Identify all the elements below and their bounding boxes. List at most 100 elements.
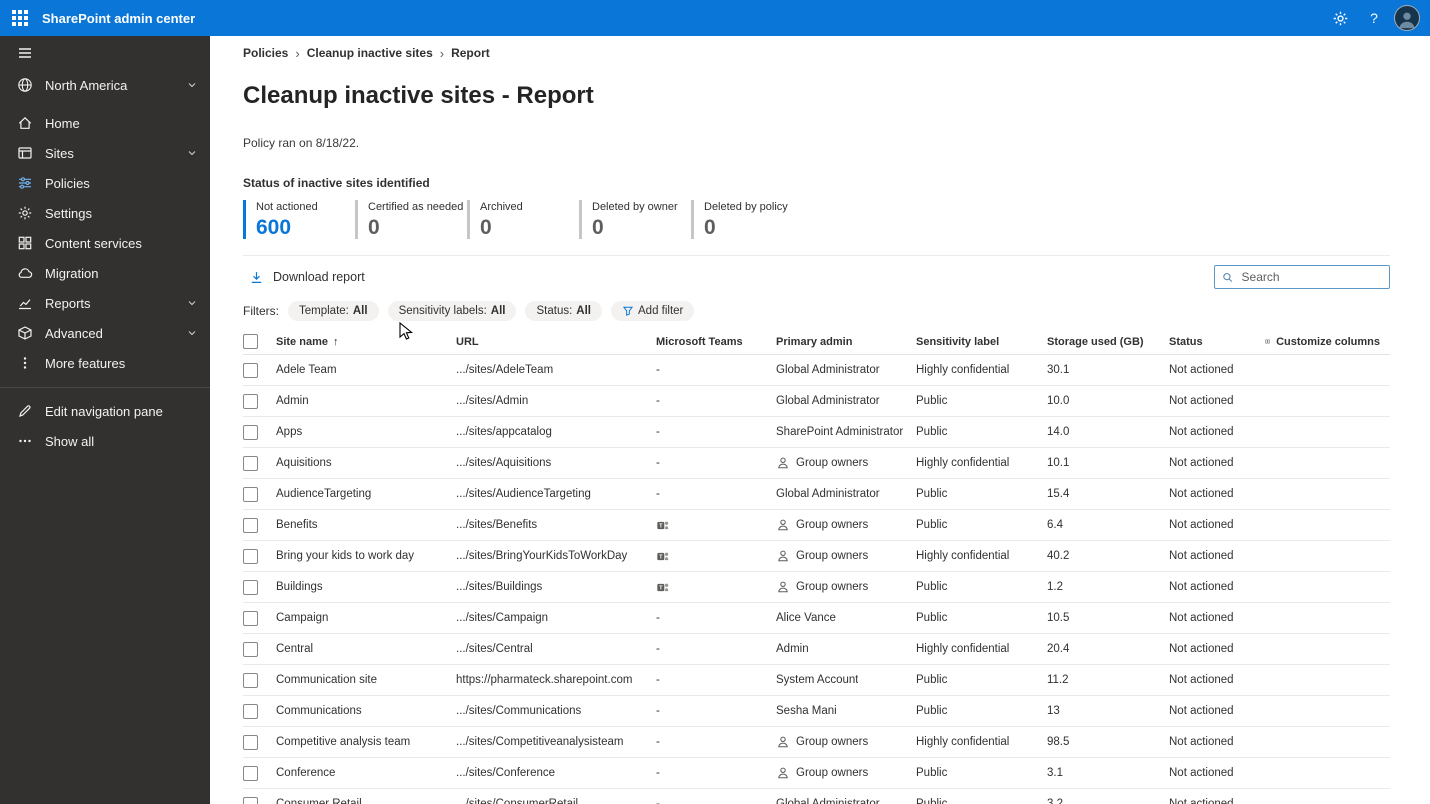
stat-deleted-by-policy[interactable]: Deleted by policy 0 — [691, 200, 803, 239]
microsoft-teams-cell: - — [656, 457, 776, 469]
row-checkbox[interactable] — [243, 704, 258, 719]
row-checkbox[interactable] — [243, 611, 258, 626]
row-checkbox[interactable] — [243, 673, 258, 688]
table-header: Site name↑ URL Microsoft Teams Primary a… — [243, 329, 1390, 355]
topbar-actions: ? — [1326, 3, 1430, 33]
status-summary: Not actioned 600 Certified as needed 0 A… — [243, 200, 1390, 239]
filter-pill-sensitivity-labels[interactable]: Sensitivity labels: All — [388, 301, 517, 321]
settings-gear-button[interactable] — [1326, 3, 1354, 33]
status-cell: Not actioned — [1169, 643, 1265, 655]
row-checkbox[interactable] — [243, 735, 258, 750]
sidebar-item-home[interactable]: Home — [0, 108, 210, 138]
microsoft-teams-cell: - — [656, 767, 776, 779]
row-checkbox[interactable] — [243, 549, 258, 564]
sensitivity-label-cell: Public — [916, 488, 1047, 500]
table-row[interactable]: Apps .../sites/appcatalog - SharePoint A… — [243, 417, 1390, 448]
customize-columns-button[interactable]: Customize columns — [1265, 335, 1390, 348]
sidebar-item-advanced[interactable]: Advanced — [0, 318, 210, 348]
sidebar-item-more-features[interactable]: More features — [0, 348, 210, 378]
column-header-url[interactable]: URL — [456, 336, 656, 348]
column-header-microsoft-teams[interactable]: Microsoft Teams — [656, 336, 776, 348]
account-avatar[interactable] — [1394, 5, 1420, 31]
row-checkbox[interactable] — [243, 642, 258, 657]
table-row[interactable]: Adele Team .../sites/AdeleTeam - Global … — [243, 355, 1390, 386]
sidebar-item-content-services[interactable]: Content services — [0, 228, 210, 258]
table-row[interactable]: Campaign .../sites/Campaign - Alice Vanc… — [243, 603, 1390, 634]
stat-certified-as-needed[interactable]: Certified as needed 0 — [355, 200, 467, 239]
table-row[interactable]: Communication site https://pharmateck.sh… — [243, 665, 1390, 696]
row-checkbox[interactable] — [243, 518, 258, 533]
sidebar-item-policies[interactable]: Policies — [0, 168, 210, 198]
app-title: SharePoint admin center — [42, 11, 195, 26]
sensitivity-label-cell: Public — [916, 674, 1047, 686]
column-header-primary-admin[interactable]: Primary admin — [776, 336, 916, 348]
column-header-site-name[interactable]: Site name↑ — [276, 336, 456, 348]
sidebar-item-show-all[interactable]: Show all — [0, 426, 210, 456]
site-name-cell: Central — [276, 643, 456, 655]
sidebar-item-reports[interactable]: Reports — [0, 288, 210, 318]
select-all-checkbox[interactable] — [243, 334, 258, 349]
table-row[interactable]: Aquisitions .../sites/Aquisitions - Grou… — [243, 448, 1390, 479]
row-checkbox[interactable] — [243, 766, 258, 781]
region-selector[interactable]: North America — [0, 70, 210, 100]
storage-used-cell: 10.0 — [1047, 395, 1169, 407]
table-row[interactable]: Competitive analysis team .../sites/Comp… — [243, 727, 1390, 758]
empty-cell: - — [656, 798, 660, 804]
stat-archived[interactable]: Archived 0 — [467, 200, 579, 239]
breadcrumb-cleanup-inactive-sites[interactable]: Cleanup inactive sites — [307, 46, 433, 60]
table-row[interactable]: Communications .../sites/Communications … — [243, 696, 1390, 727]
filter-pill-template[interactable]: Template: All — [288, 301, 379, 321]
storage-used-cell: 11.2 — [1047, 674, 1169, 686]
table-row[interactable]: Buildings .../sites/Buildings T Group ow… — [243, 572, 1390, 603]
column-header-status[interactable]: Status — [1169, 336, 1265, 348]
storage-used-cell: 98.5 — [1047, 736, 1169, 748]
sensitivity-label-cell: Public — [916, 519, 1047, 531]
chevron-down-icon — [186, 147, 198, 159]
breadcrumb-policies[interactable]: Policies — [243, 46, 288, 60]
filter-pill-status[interactable]: Status: All — [525, 301, 602, 321]
help-button[interactable]: ? — [1360, 3, 1388, 33]
row-checkbox[interactable] — [243, 580, 258, 595]
stat-not-actioned[interactable]: Not actioned 600 — [243, 200, 355, 239]
table-row[interactable]: Consumer Retail .../sites/ConsumerRetail… — [243, 789, 1390, 804]
search-box[interactable] — [1214, 265, 1390, 289]
search-input[interactable] — [1240, 269, 1382, 285]
status-cell: Not actioned — [1169, 674, 1265, 686]
table-row[interactable]: Admin .../sites/Admin - Global Administr… — [243, 386, 1390, 417]
stat-deleted-by-owner[interactable]: Deleted by owner 0 — [579, 200, 691, 239]
row-checkbox[interactable] — [243, 797, 258, 804]
table-row[interactable]: AudienceTargeting .../sites/AudienceTarg… — [243, 479, 1390, 510]
empty-cell: - — [656, 395, 660, 407]
row-checkbox[interactable] — [243, 425, 258, 440]
sidebar-item-migration[interactable]: Migration — [0, 258, 210, 288]
primary-admin-cell: Alice Vance — [776, 612, 916, 624]
row-checkbox[interactable] — [243, 456, 258, 471]
row-checkbox[interactable] — [243, 394, 258, 409]
status-cell: Not actioned — [1169, 488, 1265, 500]
app-launcher-button[interactable] — [0, 0, 40, 36]
storage-used-cell: 1.2 — [1047, 581, 1169, 593]
group-owners-icon — [776, 518, 790, 532]
stat-value: 600 — [256, 217, 355, 238]
microsoft-teams-cell: - — [656, 798, 776, 804]
sidebar-item-edit-navigation[interactable]: Edit navigation pane — [0, 396, 210, 426]
table-row[interactable]: Central .../sites/Central - Admin Highly… — [243, 634, 1390, 665]
row-checkbox[interactable] — [243, 363, 258, 378]
column-header-sensitivity-label[interactable]: Sensitivity label — [916, 336, 1047, 348]
download-report-button[interactable]: Download report — [243, 266, 371, 289]
storage-used-cell: 3.1 — [1047, 767, 1169, 779]
row-checkbox[interactable] — [243, 487, 258, 502]
status-cell: Not actioned — [1169, 767, 1265, 779]
sidebar-item-settings[interactable]: Settings — [0, 198, 210, 228]
status-cell: Not actioned — [1169, 457, 1265, 469]
command-bar: Download report — [243, 255, 1390, 289]
columns-icon — [1265, 335, 1270, 348]
collapse-nav-button[interactable] — [0, 36, 210, 70]
add-filter-button[interactable]: Add filter — [611, 301, 694, 321]
column-header-storage-used[interactable]: Storage used (GB) — [1047, 336, 1169, 348]
table-row[interactable]: Bring your kids to work day .../sites/Br… — [243, 541, 1390, 572]
table-row[interactable]: Conference .../sites/Conference - Group … — [243, 758, 1390, 789]
table-row[interactable]: Benefits .../sites/Benefits T Group owne… — [243, 510, 1390, 541]
globe-icon — [17, 77, 33, 93]
sidebar-item-sites[interactable]: Sites — [0, 138, 210, 168]
